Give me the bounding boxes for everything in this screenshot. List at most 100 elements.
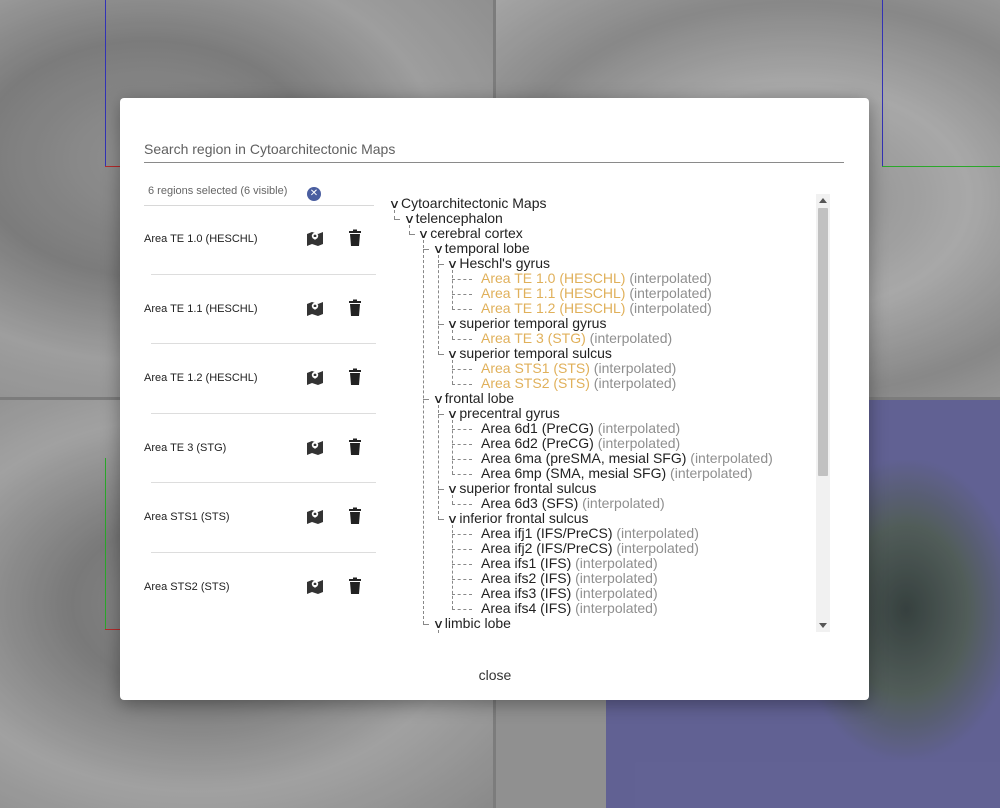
- tree-node-label: inferior frontal sulcus: [459, 510, 589, 526]
- tree-leaf[interactable]: Area ifj1 (IFS/PreCS) (interpolated): [461, 526, 699, 541]
- tree-node[interactable]: ∨precentral gyrus: [446, 405, 560, 422]
- tree-leaf[interactable]: Area 6d3 (SFS) (interpolated): [461, 496, 665, 511]
- tree-node-label: precentral gyrus: [459, 405, 560, 421]
- tree-node[interactable]: ∨temporal lobe: [432, 240, 530, 257]
- tree-node-label: Area 6d1 (PreCG): [481, 420, 594, 436]
- interpolated-tag: (interpolated): [571, 570, 658, 586]
- tree-leaf[interactable]: Area TE 1.1 (HESCHL) (interpolated): [461, 286, 712, 301]
- tree-node[interactable]: ∨Heschl's gyrus: [446, 256, 550, 272]
- tree-leaf[interactable]: Area ifs1 (IFS) (interpolated): [461, 556, 658, 571]
- map-marker-icon[interactable]: [306, 229, 324, 247]
- tree-connector: [452, 609, 473, 610]
- tree-leaf[interactable]: Area TE 3 (STG) (interpolated): [461, 331, 672, 346]
- tree-node-label: Area TE 1.2 (HESCHL): [481, 300, 626, 316]
- selected-region-label: Area STS2 (STS): [144, 580, 230, 593]
- scroll-thumb[interactable]: [818, 208, 828, 476]
- tree-node-label: telencephalon: [415, 210, 503, 226]
- selected-region-label: Area TE 1.0 (HESCHL): [144, 233, 258, 245]
- tree-node-label: Area TE 3 (STG): [481, 330, 586, 346]
- chevron-down-icon[interactable]: ∨: [388, 197, 403, 212]
- tree-connector: [437, 255, 439, 354]
- tree-connector: [394, 210, 395, 219]
- trash-icon[interactable]: [347, 299, 363, 317]
- tree-node-label: limbic lobe: [444, 615, 511, 631]
- tree-node[interactable]: ∨inferior frontal sulcus: [446, 510, 589, 527]
- tree-leaf[interactable]: Area 6ma (preSMA, mesial SFG) (interpola…: [461, 451, 773, 466]
- tree-leaf[interactable]: Area STS1 (STS) (interpolated): [461, 361, 676, 376]
- tree-node[interactable]: ∨superior temporal gyrus: [446, 315, 607, 332]
- tree-node-label: Area TE 1.0 (HESCHL): [481, 270, 626, 286]
- tree-node-label: Area 6d3 (SFS): [481, 495, 579, 511]
- selection-header: 6 regions selected (6 visible) ✕: [144, 180, 374, 206]
- tree-connector: [452, 474, 473, 475]
- trash-icon[interactable]: [347, 229, 363, 247]
- tree-leaf[interactable]: Area 6mp (SMA, mesial SFG) (interpolated…: [461, 466, 753, 481]
- tree-scrollbar[interactable]: [816, 194, 830, 632]
- tree-leaf[interactable]: Area ifs3 (IFS) (interpolated): [461, 586, 658, 601]
- tree-node-label: Cytoarchitectonic Maps: [401, 196, 547, 211]
- tree-node[interactable]: ∨superior temporal sulcus: [446, 345, 612, 362]
- region-search-modal: 6 regions selected (6 visible) ✕ Area TE…: [120, 98, 869, 700]
- tree-node-label: temporal lobe: [444, 240, 530, 256]
- tree-leaf[interactable]: Area TE 1.0 (HESCHL) (interpolated): [461, 271, 712, 286]
- tree-leaf[interactable]: Area ifs4 (IFS) (interpolated): [461, 601, 658, 616]
- scroll-down-icon[interactable]: [819, 623, 827, 628]
- tree-leaf[interactable]: Area ifj2 (IFS/PreCS) (interpolated): [461, 541, 699, 556]
- tree-connector: [423, 240, 425, 624]
- tree-leaf[interactable]: Area 6d1 (PreCG) (interpolated): [461, 421, 680, 436]
- tree-node[interactable]: ∨cerebral cortex: [417, 225, 523, 242]
- tree-connector: [452, 525, 454, 609]
- region-tree: ∨Cytoarchitectonic Maps ∨telencephalon ∨ce…: [388, 196, 818, 634]
- tree-node-label: cerebral cortex: [430, 225, 523, 241]
- tree-node[interactable]: ∨frontal lobe: [432, 391, 515, 407]
- tree-connector: [452, 429, 473, 430]
- tree-connector: [437, 354, 444, 355]
- tree-connector: [452, 360, 454, 384]
- map-marker-icon[interactable]: [306, 507, 324, 525]
- tree-leaf[interactable]: Area TE 1.2 (HESCHL) (interpolated): [461, 301, 712, 316]
- tree-connector: [408, 225, 410, 234]
- region-search-input[interactable]: [144, 136, 844, 163]
- interpolated-tag: (interpolated): [589, 375, 677, 391]
- tree-node[interactable]: ∨limbic lobe: [432, 615, 511, 632]
- selection-count: 6 regions selected (6 visible): [148, 185, 288, 197]
- tree-node-label: superior temporal sulcus: [459, 345, 612, 361]
- tree-node[interactable]: ∨Cytoarchitectonic Maps: [388, 196, 547, 211]
- tree-node-label: Area STS1 (STS): [481, 360, 590, 376]
- interpolated-tag: (interpolated): [666, 465, 753, 481]
- tree-connector: [452, 534, 473, 535]
- tree-node-label: superior temporal gyrus: [459, 315, 607, 331]
- map-marker-icon[interactable]: [306, 577, 324, 595]
- interpolated-tag: (interpolated): [593, 420, 681, 436]
- map-marker-icon[interactable]: [306, 438, 324, 456]
- trash-icon[interactable]: [347, 368, 363, 386]
- map-marker-icon[interactable]: [306, 368, 324, 386]
- interpolated-tag: (interpolated): [686, 450, 773, 466]
- map-marker-icon[interactable]: [306, 299, 324, 317]
- tree-connector: [437, 405, 439, 519]
- interpolated-tag: (interpolated): [625, 270, 712, 286]
- tree-connector: [452, 270, 454, 309]
- tree-node-label: Area ifs4 (IFS): [481, 600, 572, 616]
- scroll-up-icon[interactable]: [819, 198, 827, 203]
- tree-connector: [452, 444, 473, 445]
- tree-node-label: Area STS2 (STS): [481, 375, 590, 391]
- tree-node[interactable]: ∨superior frontal sulcus: [446, 481, 596, 497]
- x-circle-icon[interactable]: ✕: [307, 187, 321, 201]
- trash-icon[interactable]: [347, 577, 363, 595]
- trash-icon[interactable]: [347, 507, 363, 525]
- tree-connector: [452, 564, 473, 565]
- tree-leaf[interactable]: Area ifs2 (IFS) (interpolated): [461, 571, 658, 586]
- tree-node[interactable]: ∨telencephalon: [403, 210, 503, 227]
- interpolated-tag: (interpolated): [571, 555, 658, 571]
- trash-icon[interactable]: [347, 438, 363, 456]
- interpolated-tag: (interpolated): [625, 285, 712, 301]
- interpolated-tag: (interpolated): [593, 435, 681, 451]
- selected-region-item: Area STS2 (STS): [144, 553, 376, 623]
- close-button[interactable]: close: [460, 664, 530, 686]
- tree-connector: [423, 624, 430, 625]
- tree-node-label: Area ifs2 (IFS): [481, 570, 572, 586]
- tree-leaf[interactable]: Area 6d2 (PreCG) (interpolated): [461, 436, 680, 451]
- tree-leaf[interactable]: Area STS2 (STS) (interpolated): [461, 376, 676, 391]
- tree-connector: [452, 459, 473, 460]
